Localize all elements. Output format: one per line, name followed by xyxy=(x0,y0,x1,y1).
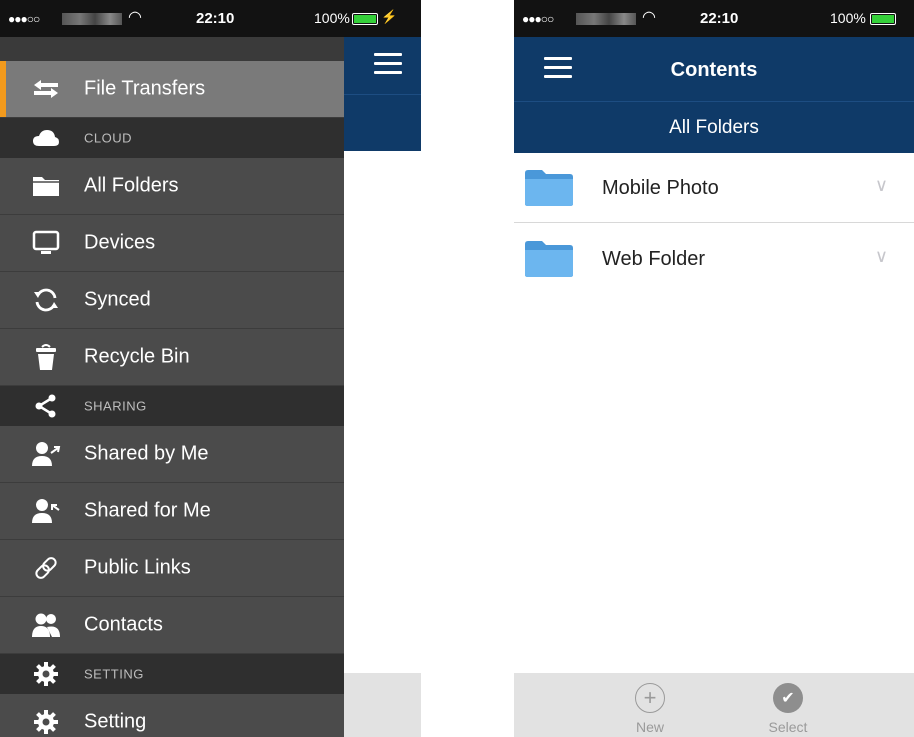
menu-item-recycle-bin[interactable]: Recycle Bin xyxy=(0,329,344,386)
clock: 22:10 xyxy=(700,10,739,27)
battery-percent: 100% xyxy=(830,10,866,26)
contacts-icon xyxy=(30,609,62,641)
select-label: Select xyxy=(768,719,808,735)
drawer-screen: ●●●○○ ◠ 22:10 100% ⚡ File Transfers CLOUD… xyxy=(0,0,421,737)
menu-item-label: Public Links xyxy=(84,556,191,579)
gear-icon xyxy=(30,706,62,737)
new-label: New xyxy=(635,719,664,735)
menu-item-label: Synced xyxy=(84,288,151,311)
bottom-toolbar: + New ✔ Select xyxy=(514,673,914,737)
carrier-name xyxy=(576,13,636,25)
menu-item-devices[interactable]: Devices xyxy=(0,215,344,272)
menu-item-setting[interactable]: Setting xyxy=(0,694,344,737)
menu-item-label: Shared for Me xyxy=(84,499,211,522)
contents-screen: ●●●○○ ◠ 22:10 100% Contents All Folders … xyxy=(514,0,914,737)
section-header-cloud: CLOUD xyxy=(0,118,344,158)
menu-item-label: Devices xyxy=(84,231,156,254)
menu-item-public-links[interactable]: Public Links xyxy=(0,540,344,597)
link-icon xyxy=(30,552,62,584)
monitor-icon xyxy=(30,227,62,259)
plus-icon: + xyxy=(635,683,665,713)
user-share-in-icon xyxy=(30,495,62,527)
clock: 22:10 xyxy=(196,10,235,27)
transfer-icon xyxy=(30,73,62,105)
drawer-menu: File Transfers CLOUD All Folders Devices Syn… xyxy=(0,61,344,737)
chevron-down-icon[interactable]: ∨ xyxy=(875,175,888,196)
cloud-icon xyxy=(30,124,62,152)
underlying-toolbar xyxy=(344,673,421,737)
menu-item-contacts[interactable]: Contacts xyxy=(0,597,344,654)
trash-icon xyxy=(30,341,62,373)
wifi-icon: ◠ xyxy=(128,9,142,26)
folder-icon xyxy=(525,170,573,206)
status-bar: ●●●○○ ◠ 22:10 100% ⚡ xyxy=(0,0,421,37)
select-button[interactable]: ✔ Select xyxy=(758,683,818,735)
section-label: CLOUD xyxy=(84,130,133,146)
carrier-name xyxy=(62,13,122,25)
gear-icon xyxy=(30,660,62,688)
menu-item-label: Shared by Me xyxy=(84,442,209,465)
signal-indicator: ●●●○○ xyxy=(8,12,40,26)
menu-item-label: Contacts xyxy=(84,613,163,636)
checkmark-icon: ✔ xyxy=(773,683,803,713)
charging-icon: ⚡ xyxy=(381,9,398,24)
page-title: Contents xyxy=(670,59,758,81)
menu-item-all-folders[interactable]: All Folders xyxy=(0,158,344,215)
menu-item-shared-for-me[interactable]: Shared for Me xyxy=(0,483,344,540)
folder-icon xyxy=(30,170,62,202)
share-icon xyxy=(30,392,62,420)
user-share-out-icon xyxy=(30,438,62,470)
battery-icon xyxy=(870,13,896,25)
menu-item-synced[interactable]: Synced xyxy=(0,272,344,329)
menu-item-label: Recycle Bin xyxy=(84,345,190,368)
battery-icon xyxy=(352,13,378,25)
navigation-bar: Contents xyxy=(514,37,914,101)
navigation-drawer: File Transfers CLOUD All Folders Devices Syn… xyxy=(0,37,344,737)
folder-icon xyxy=(525,241,573,277)
active-indicator xyxy=(0,61,6,117)
wifi-icon: ◠ xyxy=(642,9,656,26)
drawer-header xyxy=(0,37,344,61)
menu-item-label: All Folders xyxy=(84,174,179,197)
folder-name: Mobile Photo xyxy=(602,177,719,199)
signal-indicator: ●●●○○ xyxy=(522,12,554,26)
current-folder-bar: All Folders xyxy=(514,101,914,153)
battery-percent: 100% xyxy=(314,10,350,26)
section-label: SETTING xyxy=(84,666,144,682)
folder-row[interactable]: Web Folder ∨ xyxy=(514,224,914,294)
underlying-navbar xyxy=(344,37,421,94)
new-button[interactable]: + New xyxy=(620,683,680,735)
underlying-subbar xyxy=(344,94,421,151)
menu-item-label: File Transfers xyxy=(84,77,206,100)
menu-item-shared-by-me[interactable]: Shared by Me xyxy=(0,426,344,483)
menu-item-file-transfers[interactable]: File Transfers xyxy=(0,61,344,118)
menu-item-label: Setting xyxy=(84,710,147,733)
section-header-sharing: SHARING xyxy=(0,386,344,426)
chevron-down-icon[interactable]: ∨ xyxy=(875,246,888,267)
section-header-setting: SETTING xyxy=(0,654,344,694)
status-bar: ●●●○○ ◠ 22:10 100% xyxy=(514,0,914,37)
folder-name: Web Folder xyxy=(602,248,706,270)
menu-icon[interactable] xyxy=(374,53,402,80)
folder-row[interactable]: Mobile Photo ∨ xyxy=(514,153,914,223)
section-label: SHARING xyxy=(84,398,147,414)
sync-icon xyxy=(30,284,62,316)
